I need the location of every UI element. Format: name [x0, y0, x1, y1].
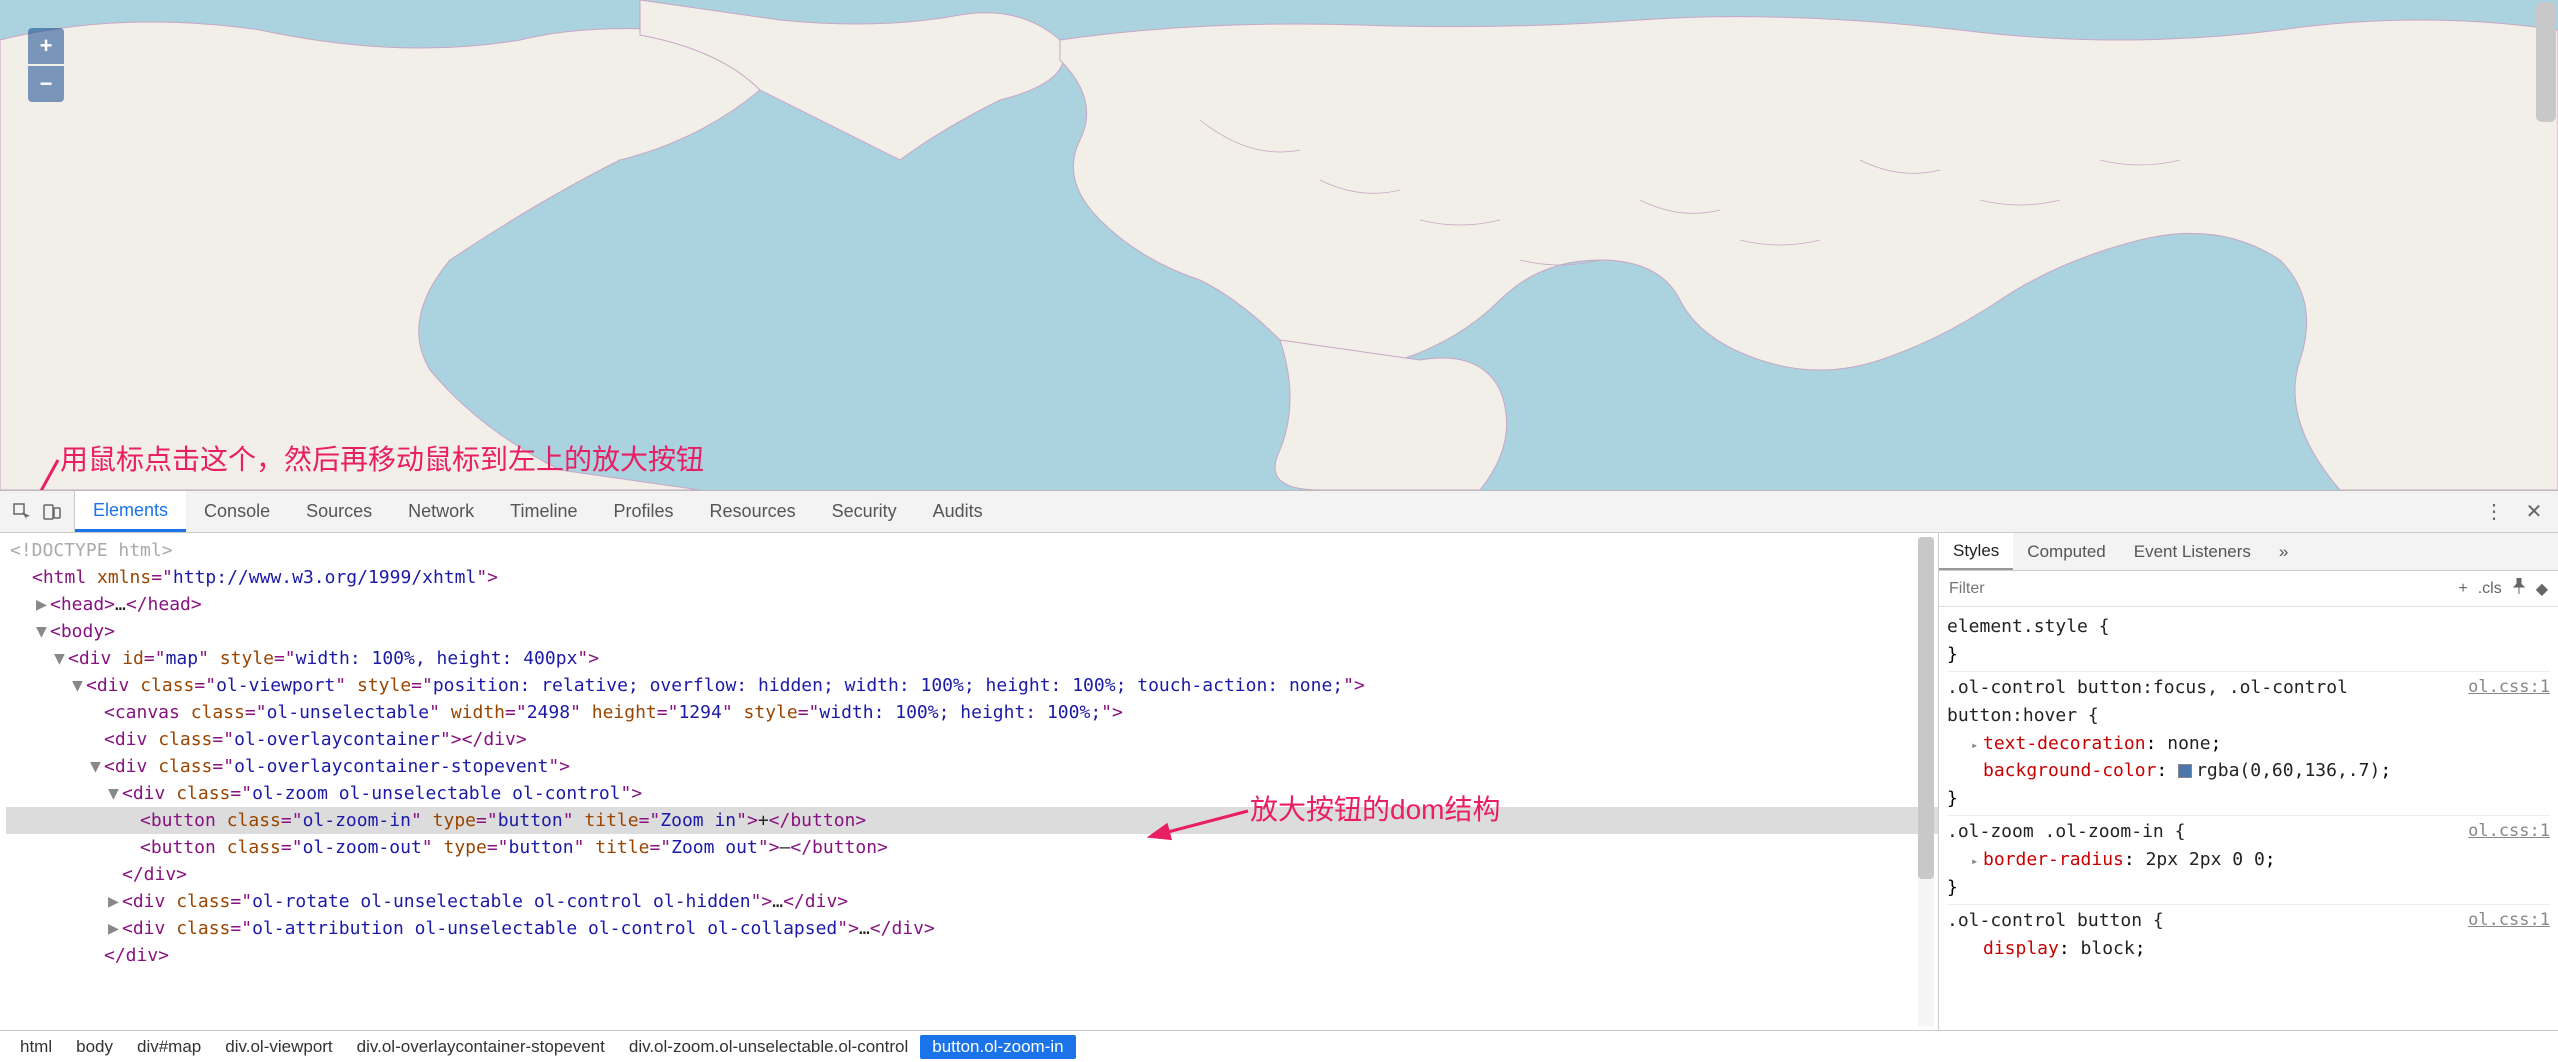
dom-node[interactable]: ▶<div class="ol-rotate ol-unselectable o… — [6, 888, 1938, 915]
dom-node[interactable]: </div> — [6, 861, 1938, 888]
annotation-top: 用鼠标点击这个，然后再移动鼠标到左上的放大按钮 — [60, 438, 704, 478]
styles-sidebar: StylesComputedEvent Listeners» + .cls ◆ … — [1938, 533, 2558, 1030]
zoom-in-button[interactable]: + — [28, 28, 64, 64]
dom-scrollbar[interactable] — [1918, 537, 1934, 1026]
source-link[interactable]: ol.css:1 — [2468, 818, 2550, 844]
tab-elements[interactable]: Elements — [75, 491, 186, 532]
map-viewport[interactable]: + − 用鼠标点击这个，然后再移动鼠标到左上的放大按钮 — [0, 0, 2558, 490]
device-icon[interactable] — [40, 500, 64, 524]
dom-node[interactable]: ▶<div class="ol-attribution ol-unselecta… — [6, 915, 1938, 942]
tack-icon[interactable]: ◆ — [2536, 579, 2548, 599]
tab-console[interactable]: Console — [186, 491, 288, 532]
dom-node[interactable]: <html xmlns="http://www.w3.org/1999/xhtm… — [6, 564, 1938, 591]
tab-sources[interactable]: Sources — [288, 491, 390, 532]
side-tabs-more-icon[interactable]: » — [2265, 533, 2302, 570]
new-rule-icon[interactable]: + — [2458, 580, 2467, 598]
tab-timeline[interactable]: Timeline — [492, 491, 595, 532]
breadcrumb-item[interactable]: html — [8, 1035, 64, 1059]
dom-node[interactable]: ▼<body> — [6, 618, 1938, 645]
tab-profiles[interactable]: Profiles — [596, 491, 692, 532]
dom-node[interactable]: <button class="ol-zoom-in" type="button"… — [6, 807, 1938, 834]
styles-filter-input[interactable] — [1949, 580, 2448, 598]
breadcrumb-item[interactable]: div.ol-viewport — [213, 1035, 344, 1059]
styles-filter-bar: + .cls ◆ — [1939, 571, 2558, 607]
pin-icon[interactable] — [2512, 578, 2526, 599]
tab-network[interactable]: Network — [390, 491, 492, 532]
breadcrumb-item[interactable]: button.ol-zoom-in — [920, 1035, 1075, 1059]
side-tab-styles[interactable]: Styles — [1939, 533, 2013, 570]
devtools-toolbar: ElementsConsoleSourcesNetworkTimelinePro… — [0, 491, 2558, 533]
arrow-icon — [30, 460, 70, 490]
dom-node[interactable]: <canvas class="ol-unselectable" width="2… — [6, 699, 1938, 726]
tab-resources[interactable]: Resources — [692, 491, 814, 532]
source-link[interactable]: ol.css:1 — [2468, 674, 2550, 700]
tab-security[interactable]: Security — [814, 491, 915, 532]
breadcrumb-item[interactable]: body — [64, 1035, 125, 1059]
inspect-icon[interactable] — [10, 500, 34, 524]
annotation-dom: 放大按钮的dom结构 — [1250, 789, 1500, 831]
side-tab-event-listeners[interactable]: Event Listeners — [2120, 533, 2265, 570]
close-icon[interactable]: ✕ — [2522, 500, 2546, 524]
dom-node[interactable]: ▼<div class="ol-zoom ol-unselectable ol-… — [6, 780, 1938, 807]
dom-node[interactable]: ▼<div id="map" style="width: 100%, heigh… — [6, 645, 1938, 672]
side-tab-computed[interactable]: Computed — [2013, 533, 2119, 570]
doctype-text: <!DOCTYPE html> — [10, 540, 173, 561]
zoom-out-button[interactable]: − — [28, 66, 64, 102]
dom-node[interactable]: ▼<div class="ol-overlaycontainer-stopeve… — [6, 753, 1938, 780]
dom-node[interactable]: ▼<div class="ol-viewport" style="positio… — [6, 672, 1938, 699]
dom-node[interactable]: </div> — [6, 942, 1938, 969]
css-rule[interactable]: ol.css:1.ol-control button:focus, .ol-co… — [1947, 671, 2550, 815]
tab-audits[interactable]: Audits — [915, 491, 1001, 532]
zoom-control: + − — [28, 28, 64, 102]
css-rule[interactable]: element.style {} — [1947, 611, 2550, 671]
source-link[interactable]: ol.css:1 — [2468, 907, 2550, 933]
dom-node[interactable]: <button class="ol-zoom-out" type="button… — [6, 834, 1938, 861]
kebab-icon[interactable]: ⋮ — [2482, 500, 2506, 524]
cls-toggle[interactable]: .cls — [2478, 580, 2502, 598]
css-rule[interactable]: ol.css:1.ol-control button {display: blo… — [1947, 904, 2550, 965]
breadcrumb-item[interactable]: div.ol-overlaycontainer-stopevent — [345, 1035, 617, 1059]
dom-tree[interactable]: <!DOCTYPE html> <html xmlns="http://www.… — [0, 533, 1938, 1030]
dom-node[interactable]: <div class="ol-overlaycontainer"></div> — [6, 726, 1938, 753]
styles-rules[interactable]: element.style {}ol.css:1.ol-control butt… — [1939, 607, 2558, 1030]
devtools-panel: ElementsConsoleSourcesNetworkTimelinePro… — [0, 490, 2558, 1062]
page-scrollbar[interactable] — [2536, 2, 2556, 122]
dom-node[interactable]: ▶<head>…</head> — [6, 591, 1938, 618]
breadcrumb-item[interactable]: div#map — [125, 1035, 213, 1059]
breadcrumb-item[interactable]: div.ol-zoom.ol-unselectable.ol-control — [617, 1035, 920, 1059]
css-rule[interactable]: ol.css:1.ol-zoom .ol-zoom-in {▸border-ra… — [1947, 815, 2550, 904]
map-tiles — [0, 0, 2558, 490]
arrow-icon — [1160, 807, 1250, 845]
breadcrumb: htmlbodydiv#mapdiv.ol-viewportdiv.ol-ove… — [0, 1030, 2558, 1062]
